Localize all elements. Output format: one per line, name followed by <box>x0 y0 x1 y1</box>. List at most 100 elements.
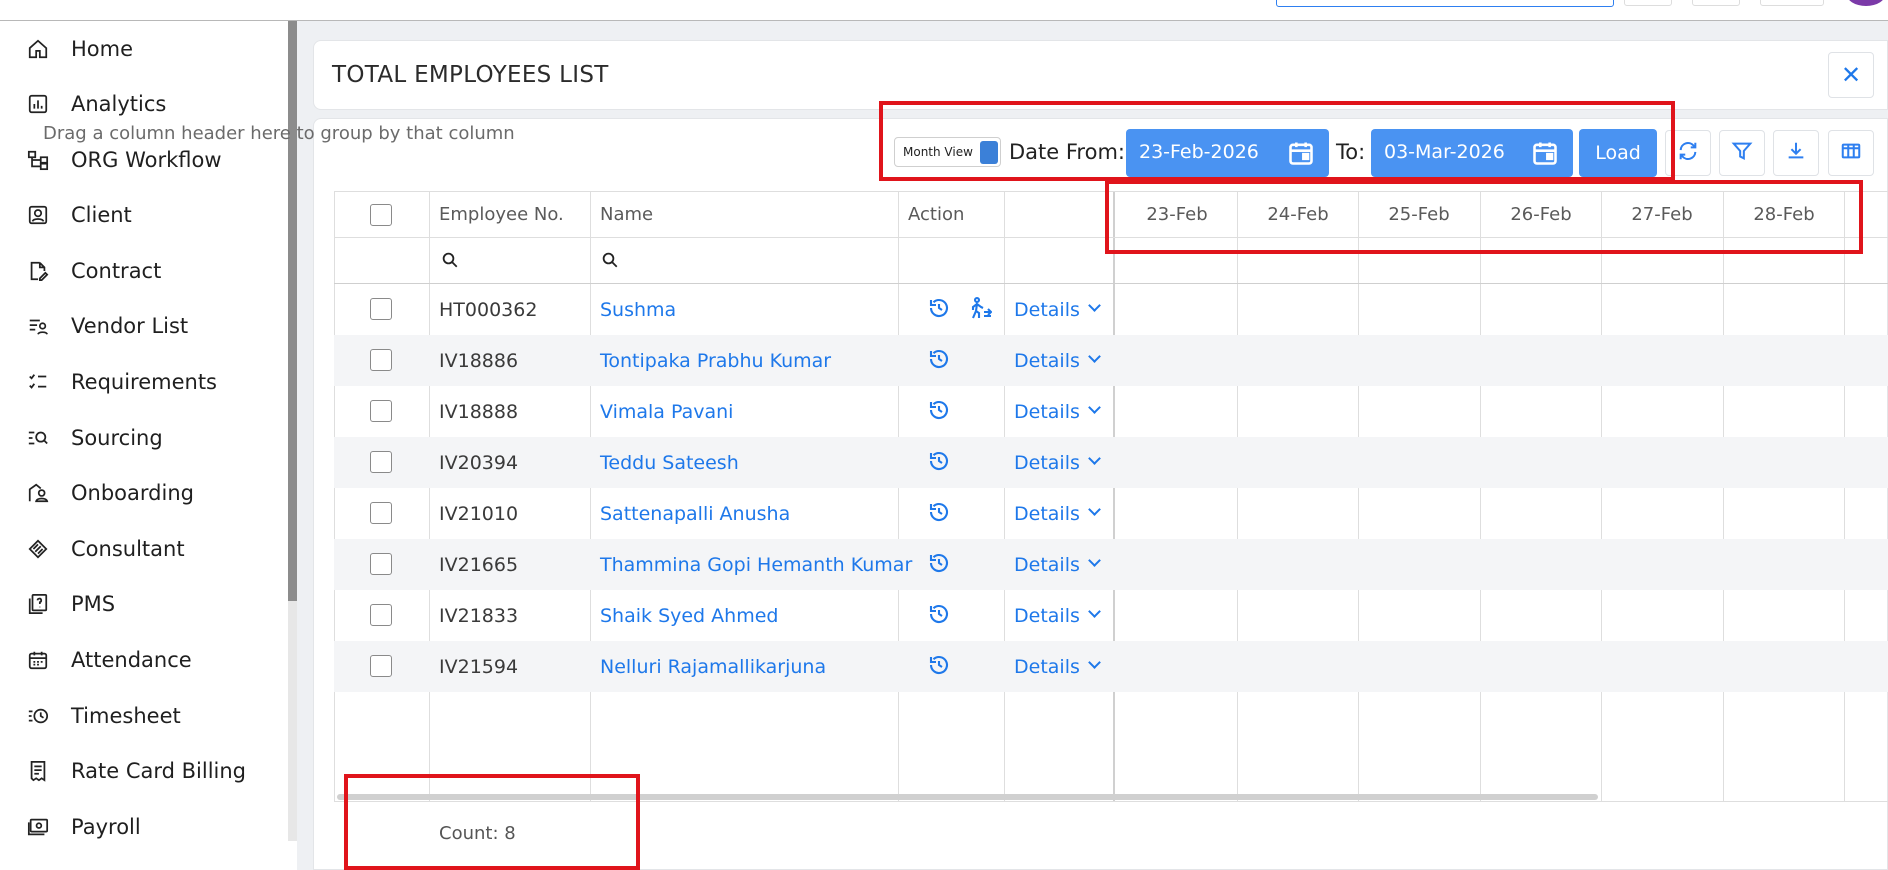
employee-name-link[interactable]: Tontipaka Prabhu Kumar <box>600 335 831 386</box>
sidebar-item-rate-card-billing[interactable]: Rate Card Billing <box>0 747 284 795</box>
sidebar-item-label: Payroll <box>71 815 141 839</box>
employee-name-link[interactable]: Vimala Pavani <box>600 386 733 437</box>
requirements-icon <box>26 370 50 394</box>
employee-no-cell: IV20394 <box>439 451 519 474</box>
row-checkbox[interactable] <box>370 604 392 626</box>
sidebar-nav: Home Analytics ORG Workflow Client Contr… <box>0 21 288 841</box>
download-icon <box>1785 140 1807 166</box>
sidebar-item-requirements[interactable]: Requirements <box>0 358 284 406</box>
page-header-card: TOTAL EMPLOYEES LIST <box>313 40 1888 110</box>
employee-name-link[interactable]: Nelluri Rajamallikarjuna <box>600 641 826 692</box>
column-header-name[interactable]: Name <box>600 192 653 237</box>
user-avatar[interactable] <box>1846 0 1886 6</box>
row-checkbox[interactable] <box>370 553 392 575</box>
table-row[interactable]: IV21594 Nelluri Rajamallikarjuna Details <box>334 641 1888 692</box>
employee-no-cell: IV21594 <box>439 655 519 678</box>
column-header-action[interactable]: Action <box>908 192 964 237</box>
sidebar-item-label: Attendance <box>71 648 192 672</box>
date-range-highlight-box <box>879 101 1675 181</box>
employee-name-link[interactable]: Thammina Gopi Hemanth Kumar <box>600 539 912 590</box>
history-icon[interactable] <box>927 398 951 422</box>
sidebar-item-label: PMS <box>71 592 116 616</box>
details-dropdown[interactable]: Details <box>1014 539 1101 590</box>
sidebar-item-client[interactable]: Client <box>0 191 284 239</box>
details-dropdown[interactable]: Details <box>1014 641 1101 692</box>
history-icon[interactable] <box>927 500 951 524</box>
global-search-input[interactable] <box>1276 0 1614 7</box>
table-row[interactable]: HT000362 Sushma Details <box>334 284 1888 335</box>
filter-icon <box>1731 140 1753 166</box>
table-row[interactable]: IV20394 Teddu Sateesh Details <box>334 437 1888 488</box>
sidebar-item-sourcing[interactable]: Sourcing <box>0 414 284 462</box>
chevron-down-icon <box>1088 350 1101 363</box>
timesheet-icon <box>26 704 50 728</box>
history-icon[interactable] <box>927 296 951 320</box>
employee-name-link[interactable]: Sushma <box>600 284 676 335</box>
sidebar-item-label: Timesheet <box>71 704 181 728</box>
row-checkbox[interactable] <box>370 451 392 473</box>
details-dropdown[interactable]: Details <box>1014 437 1101 488</box>
sourcing-icon <box>26 426 50 450</box>
chevron-down-icon <box>1088 554 1101 567</box>
group-panel-hint[interactable]: Drag a column header here to group by th… <box>43 123 515 144</box>
employee-name-link[interactable]: Teddu Sateesh <box>600 437 739 488</box>
attendance-icon <box>26 648 50 672</box>
select-all-checkbox[interactable] <box>370 204 392 226</box>
row-checkbox[interactable] <box>370 349 392 371</box>
close-button[interactable]: ✕ <box>1828 52 1874 98</box>
employee-no-cell: IV21833 <box>439 604 519 627</box>
details-dropdown[interactable]: Details <box>1014 590 1101 641</box>
top-action-button-2[interactable] <box>1692 0 1740 6</box>
chevron-down-icon <box>1088 452 1101 465</box>
sidebar-item-home[interactable]: Home <box>0 25 284 73</box>
sidebar-item-label: Rate Card Billing <box>71 759 247 783</box>
filter-button[interactable] <box>1719 130 1765 176</box>
details-dropdown[interactable]: Details <box>1014 488 1101 539</box>
top-action-button-1[interactable] <box>1624 0 1672 6</box>
table-row[interactable]: IV21010 Sattenapalli Anusha Details <box>334 488 1888 539</box>
chevron-down-icon <box>1088 605 1101 618</box>
home-icon <box>26 37 50 61</box>
name-filter-search-icon[interactable] <box>601 251 619 269</box>
table-row[interactable]: IV18888 Vimala Pavani Details <box>334 386 1888 437</box>
history-icon[interactable] <box>927 449 951 473</box>
employee-no-filter-search-icon[interactable] <box>441 251 459 269</box>
sidebar-item-onboarding[interactable]: Onboarding <box>0 469 284 517</box>
employee-name-link[interactable]: Sattenapalli Anusha <box>600 488 790 539</box>
details-dropdown[interactable]: Details <box>1014 284 1101 335</box>
vendor-list-icon <box>26 314 50 338</box>
history-icon[interactable] <box>927 653 951 677</box>
sidebar-item-pms[interactable]: PMS <box>0 580 284 628</box>
table-row[interactable]: IV18886 Tontipaka Prabhu Kumar Details <box>334 335 1888 386</box>
column-header-employee-no[interactable]: Employee No. <box>439 192 564 237</box>
top-bar <box>0 0 1888 21</box>
employee-name-link[interactable]: Shaik Syed Ahmed <box>600 590 778 641</box>
row-checkbox[interactable] <box>370 502 392 524</box>
chevron-down-icon <box>1088 656 1101 669</box>
row-checkbox[interactable] <box>370 400 392 422</box>
export-button[interactable] <box>1773 130 1819 176</box>
details-dropdown[interactable]: Details <box>1014 386 1101 437</box>
table-row[interactable]: IV21665 Thammina Gopi Hemanth Kumar Deta… <box>334 539 1888 590</box>
row-checkbox[interactable] <box>370 655 392 677</box>
chevron-down-icon <box>1088 503 1101 516</box>
top-action-button-3[interactable] <box>1760 0 1824 6</box>
column-chooser-button[interactable] <box>1828 130 1874 176</box>
sidebar-item-payroll[interactable]: Payroll <box>0 803 284 851</box>
sidebar-item-consultant[interactable]: Consultant <box>0 525 284 573</box>
sidebar-item-analytics[interactable]: Analytics <box>0 80 284 128</box>
table-row[interactable]: IV21833 Shaik Syed Ahmed Details <box>334 590 1888 641</box>
sidebar-item-label: Sourcing <box>71 426 163 450</box>
row-checkbox[interactable] <box>370 298 392 320</box>
refresh-icon <box>1677 140 1699 166</box>
sidebar-item-contract[interactable]: Contract <box>0 247 284 295</box>
history-icon[interactable] <box>927 347 951 371</box>
sidebar-item-timesheet[interactable]: Timesheet <box>0 692 284 740</box>
details-dropdown[interactable]: Details <box>1014 335 1101 386</box>
relieve-employee-icon[interactable] <box>968 296 993 320</box>
sidebar-item-attendance[interactable]: Attendance <box>0 636 284 684</box>
history-icon[interactable] <box>927 602 951 626</box>
sidebar-item-vendor-list[interactable]: Vendor List <box>0 302 284 350</box>
sidebar-scrollbar-thumb[interactable] <box>288 21 297 601</box>
history-icon[interactable] <box>927 551 951 575</box>
